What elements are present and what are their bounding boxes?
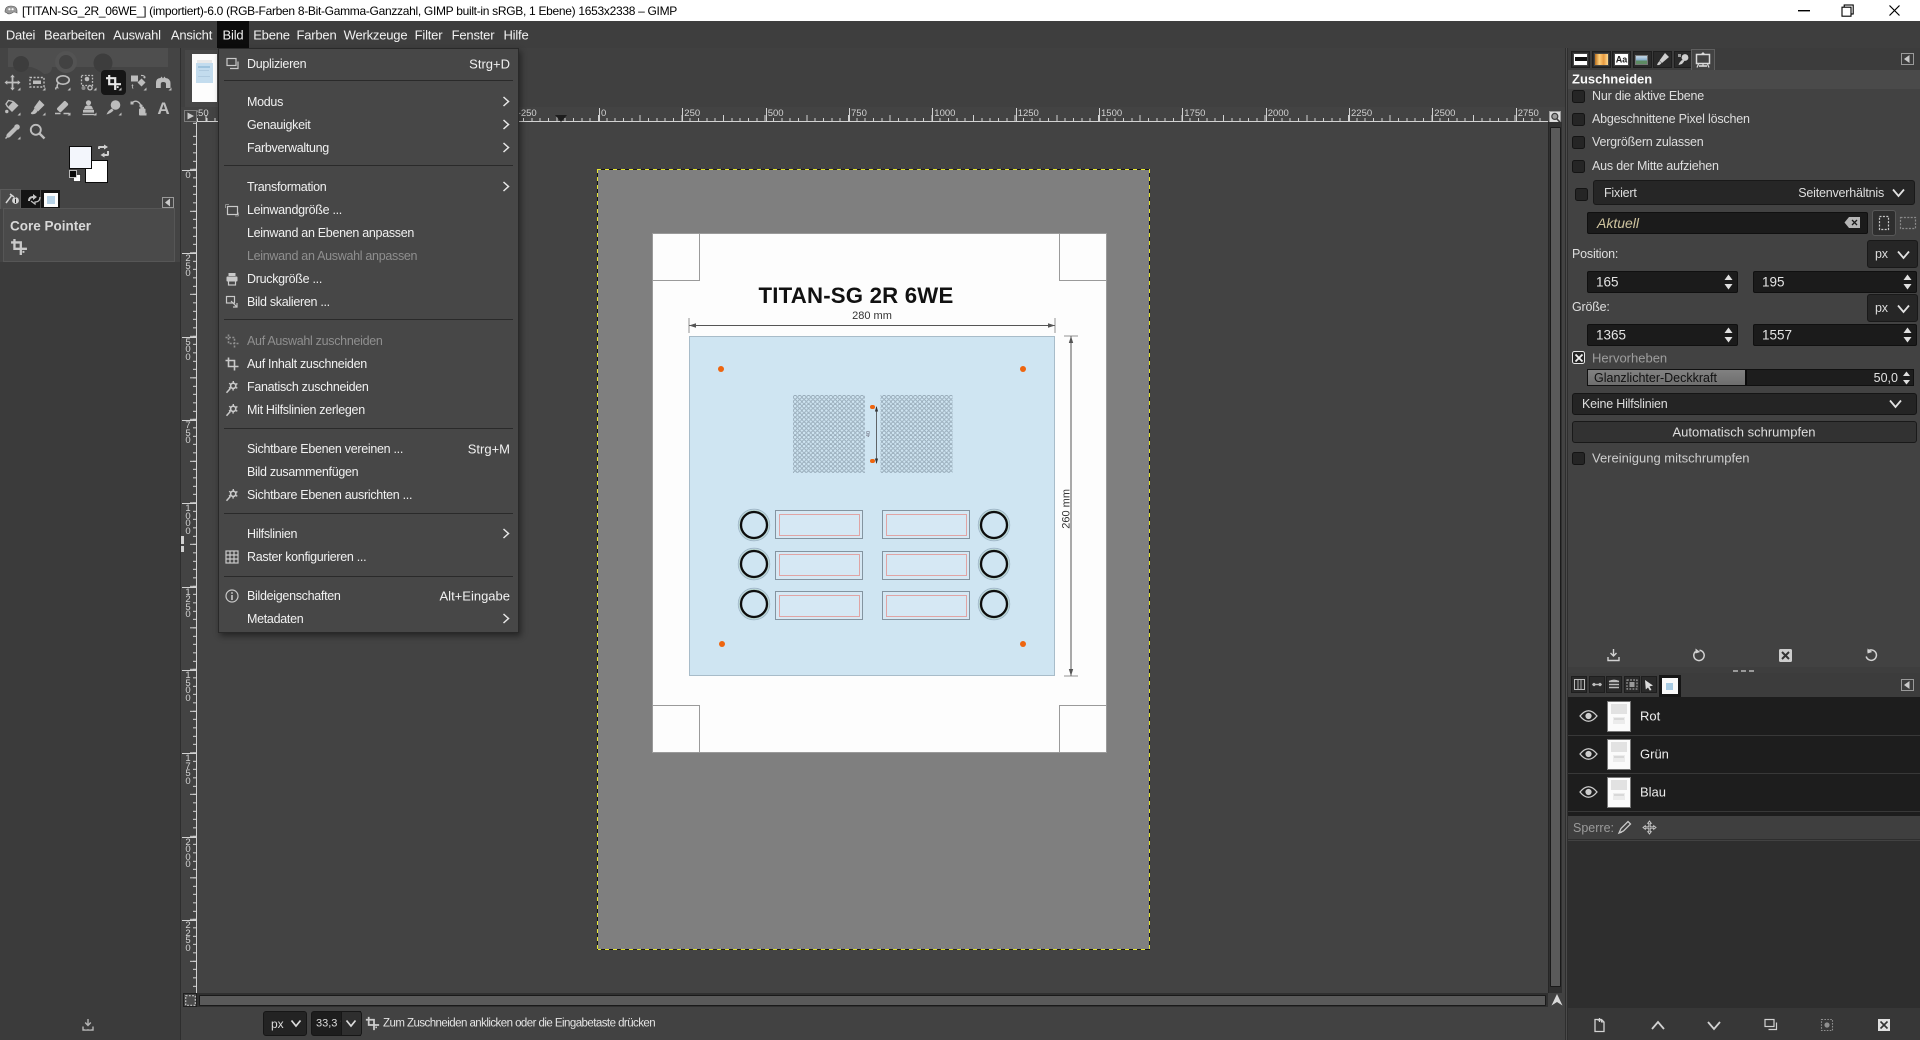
svg-text:t: t	[131, 84, 133, 90]
svg-text:A: A	[157, 99, 169, 118]
svg-text:i: i	[15, 198, 17, 205]
